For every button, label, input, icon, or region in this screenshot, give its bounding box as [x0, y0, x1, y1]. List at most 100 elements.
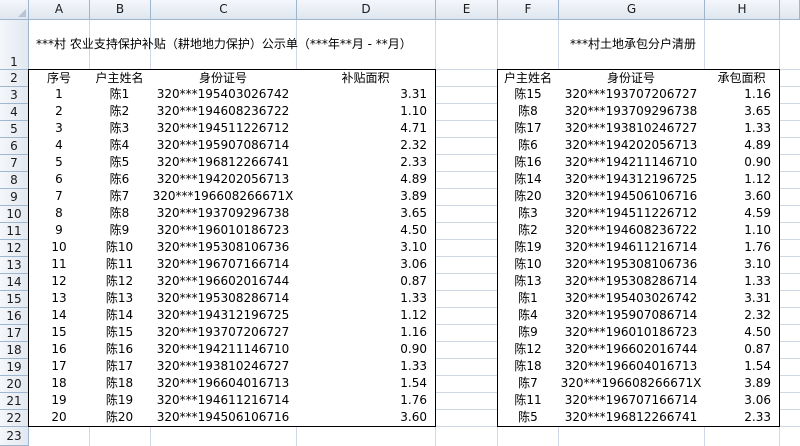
- left-table-cell[interactable]: 320***193707206727: [150, 324, 297, 342]
- left-table-cell[interactable]: 1.16: [296, 324, 436, 342]
- right-table-cell[interactable]: 3.65: [704, 103, 780, 121]
- right-table-cell[interactable]: 1.12: [704, 171, 780, 189]
- left-table-cell[interactable]: 320***196812266741: [150, 154, 297, 172]
- right-table-cell[interactable]: 2.32: [704, 307, 780, 325]
- left-table-cell[interactable]: 3.10: [296, 239, 436, 257]
- left-table-cell[interactable]: 16: [28, 341, 90, 359]
- row-header-12[interactable]: 12: [0, 240, 29, 257]
- right-table-cell[interactable]: 320***196604016713: [558, 358, 705, 376]
- right-table-cell[interactable]: 陈5: [497, 409, 559, 427]
- left-table-cell[interactable]: 320***196602016744: [150, 273, 297, 291]
- row-header-17[interactable]: 17: [0, 325, 29, 342]
- column-header-a[interactable]: A: [29, 0, 90, 20]
- left-table-cell[interactable]: 320***194312196725: [150, 307, 297, 325]
- right-table-cell[interactable]: 1.76: [704, 239, 780, 257]
- right-table-cell[interactable]: 陈18: [497, 358, 559, 376]
- row-header-21[interactable]: 21: [0, 393, 29, 410]
- left-table-cell[interactable]: 14: [28, 307, 90, 325]
- left-table-cell[interactable]: 陈6: [89, 171, 151, 189]
- column-header-b[interactable]: B: [90, 0, 151, 20]
- right-table-cell[interactable]: 2.33: [704, 409, 780, 427]
- right-table-cell[interactable]: 320***193810246727: [558, 120, 705, 138]
- right-table-cell[interactable]: 1.54: [704, 358, 780, 376]
- left-table-cell[interactable]: 17: [28, 358, 90, 376]
- left-table-header[interactable]: 户主姓名: [89, 69, 151, 87]
- right-table-cell[interactable]: 1.10: [704, 222, 780, 240]
- left-table-cell[interactable]: 320***196010186723: [150, 222, 297, 240]
- left-table-cell[interactable]: 4: [28, 137, 90, 155]
- column-header-f[interactable]: F: [498, 0, 559, 20]
- right-table-cell[interactable]: 陈20: [497, 188, 559, 206]
- right-table-cell[interactable]: 陈11: [497, 392, 559, 410]
- right-table-cell[interactable]: 320***193707206727: [558, 86, 705, 104]
- right-table-cell[interactable]: 陈17: [497, 120, 559, 138]
- right-table-cell[interactable]: 320***194506106716: [558, 188, 705, 206]
- left-table-header[interactable]: 序号: [28, 69, 90, 87]
- right-table-cell[interactable]: 320***195308106736: [558, 256, 705, 274]
- left-table-cell[interactable]: 320***193810246727: [150, 358, 297, 376]
- left-table-cell[interactable]: 320***194202056713: [150, 171, 297, 189]
- left-table-cell[interactable]: 4.89: [296, 171, 436, 189]
- left-table-cell[interactable]: 3: [28, 120, 90, 138]
- left-table-cell[interactable]: 1.12: [296, 307, 436, 325]
- left-table-cell[interactable]: 1.76: [296, 392, 436, 410]
- row-header-18[interactable]: 18: [0, 342, 29, 359]
- left-table-cell[interactable]: 陈8: [89, 205, 151, 223]
- left-table-cell[interactable]: 1.10: [296, 103, 436, 121]
- left-table-header[interactable]: 补贴面积: [296, 69, 436, 87]
- left-table-cell[interactable]: 陈15: [89, 324, 151, 342]
- select-all-corner[interactable]: [0, 0, 29, 20]
- left-table-cell[interactable]: 13: [28, 290, 90, 308]
- left-table-cell[interactable]: 陈14: [89, 307, 151, 325]
- column-header-e[interactable]: E: [436, 0, 498, 20]
- left-table-cell[interactable]: 1: [28, 86, 90, 104]
- right-table-cell[interactable]: 320***194611216714: [558, 239, 705, 257]
- left-table-cell[interactable]: 8: [28, 205, 90, 223]
- left-table-cell[interactable]: 19: [28, 392, 90, 410]
- left-table-cell[interactable]: 320***196707166714: [150, 256, 297, 274]
- column-header-h[interactable]: H: [705, 0, 780, 20]
- right-table-cell[interactable]: 陈3: [497, 205, 559, 223]
- right-table-cell[interactable]: 陈1: [497, 290, 559, 308]
- right-table-cell[interactable]: 陈19: [497, 239, 559, 257]
- right-table-cell[interactable]: 320***194211146710: [558, 154, 705, 172]
- left-table-cell[interactable]: 20: [28, 409, 90, 427]
- right-table-cell[interactable]: 3.89: [704, 375, 780, 393]
- right-table-header[interactable]: 承包面积: [704, 69, 780, 87]
- left-table-cell[interactable]: 2.33: [296, 154, 436, 172]
- row-header-14[interactable]: 14: [0, 274, 29, 291]
- right-table-cell[interactable]: 320***196010186723: [558, 324, 705, 342]
- left-table-cell[interactable]: 陈13: [89, 290, 151, 308]
- right-table-cell[interactable]: 320***194202056713: [558, 137, 705, 155]
- left-table-cell[interactable]: 陈18: [89, 375, 151, 393]
- left-table-cell[interactable]: 0.87: [296, 273, 436, 291]
- left-table-cell[interactable]: 陈3: [89, 120, 151, 138]
- sheet-title-left[interactable]: ***村 农业支持保护补贴（耕地地力保护）公示单（***年**月 - **月）: [36, 34, 412, 54]
- right-table-cell[interactable]: 320***194511226712: [558, 205, 705, 223]
- row-header-3[interactable]: 3: [0, 87, 29, 104]
- row-header-19[interactable]: 19: [0, 359, 29, 376]
- left-table-cell[interactable]: 陈4: [89, 137, 151, 155]
- right-table-cell[interactable]: 陈15: [497, 86, 559, 104]
- left-table-cell[interactable]: 320***195403026742: [150, 86, 297, 104]
- right-table-cell[interactable]: 320***196602016744: [558, 341, 705, 359]
- left-table-cell[interactable]: 3.06: [296, 256, 436, 274]
- right-table-cell[interactable]: 陈12: [497, 341, 559, 359]
- right-table-cell[interactable]: 4.89: [704, 137, 780, 155]
- left-table-cell[interactable]: 3.89: [296, 188, 436, 206]
- row-header-13[interactable]: 13: [0, 257, 29, 274]
- right-table-cell[interactable]: 1.33: [704, 120, 780, 138]
- left-table-cell[interactable]: 320***196608266671X: [150, 188, 297, 206]
- row-header-11[interactable]: 11: [0, 223, 29, 240]
- right-table-cell[interactable]: 陈8: [497, 103, 559, 121]
- spreadsheet-grid[interactable]: ABCDEFGH 1 2 3 4 5 6 7 8 9 10 11 12 13 14 15 16 17 18 19 20…: [0, 0, 800, 446]
- left-table-cell[interactable]: 陈16: [89, 341, 151, 359]
- right-table-header[interactable]: 身份证号: [558, 69, 705, 87]
- left-table-cell[interactable]: 陈20: [89, 409, 151, 427]
- left-table-cell[interactable]: 12: [28, 273, 90, 291]
- row-header-6[interactable]: 6: [0, 138, 29, 155]
- right-table-cell[interactable]: 3.10: [704, 256, 780, 274]
- left-table-header[interactable]: 身份证号: [150, 69, 297, 87]
- right-table-header[interactable]: 户主姓名: [497, 69, 559, 87]
- left-table-cell[interactable]: 陈10: [89, 239, 151, 257]
